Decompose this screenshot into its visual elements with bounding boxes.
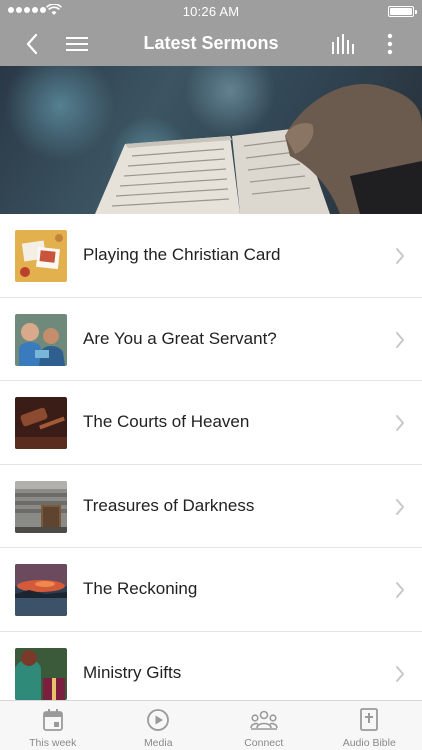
sermon-title: Are You a Great Servant? bbox=[83, 328, 277, 348]
gavel-image bbox=[15, 397, 67, 450]
sermon-thumbnail bbox=[15, 230, 67, 282]
sermon-row[interactable]: The Reckoning bbox=[0, 548, 422, 632]
chevron-right-icon bbox=[396, 498, 404, 515]
sermon-row[interactable]: Are You a Great Servant? bbox=[0, 297, 422, 382]
sermon-row[interactable]: The Courts of Heaven bbox=[0, 381, 422, 465]
sermon-thumbnail bbox=[15, 647, 67, 700]
open-bible-image bbox=[5, 66, 422, 214]
more-button[interactable] bbox=[370, 22, 410, 66]
chevron-right-icon bbox=[396, 582, 404, 599]
tab-media[interactable]: Media bbox=[106, 701, 212, 750]
sermon-thumbnail bbox=[15, 313, 67, 366]
tab-connect[interactable]: Connect bbox=[211, 701, 317, 750]
tab-label: Audio Bible bbox=[342, 737, 396, 749]
tab-this-week[interactable]: This week bbox=[0, 701, 106, 750]
hero-banner bbox=[0, 66, 422, 214]
sermon-row[interactable]: Treasures of Darkness bbox=[0, 464, 422, 549]
calendar-icon bbox=[42, 709, 63, 731]
battery-icon bbox=[388, 6, 417, 17]
tab-bar: This week Media Connect Audio Bible bbox=[0, 700, 422, 750]
tab-audio-bible[interactable]: Audio Bible bbox=[317, 701, 422, 750]
audio-bars-icon bbox=[332, 34, 354, 54]
sermon-title: Treasures of Darkness bbox=[83, 495, 255, 515]
vault-image bbox=[15, 480, 67, 533]
sermon-title: Playing the Christian Card bbox=[83, 245, 281, 264]
chevron-right-icon bbox=[396, 415, 404, 432]
navigation-bar: Latest Sermons bbox=[0, 22, 422, 66]
sunset-image bbox=[15, 564, 67, 617]
people-image bbox=[15, 313, 67, 366]
sermon-title: The Reckoning bbox=[83, 579, 198, 599]
chevron-right-icon bbox=[396, 665, 404, 682]
sermon-title: The Courts of Heaven bbox=[83, 412, 250, 432]
status-time: 10:26 AM bbox=[182, 4, 240, 19]
app-screen: 10:26 AM Latest Sermons Playing the Chri… bbox=[0, 0, 422, 750]
more-vertical-icon bbox=[387, 33, 393, 55]
audio-button[interactable] bbox=[324, 22, 364, 66]
chevron-right-icon bbox=[396, 248, 404, 264]
sermon-list: Playing the Christian Card Are You a Gre… bbox=[0, 214, 422, 716]
bible-icon bbox=[360, 708, 379, 731]
cards-image bbox=[15, 230, 67, 282]
status-bar: 10:26 AM bbox=[0, 0, 422, 22]
top-bar: 10:26 AM Latest Sermons bbox=[0, 0, 422, 66]
gift-image bbox=[15, 647, 67, 700]
play-circle-icon bbox=[147, 709, 170, 731]
group-icon bbox=[249, 710, 278, 730]
chevron-right-icon bbox=[396, 331, 404, 348]
tab-label: Media bbox=[143, 737, 173, 749]
sermon-title: Ministry Gifts bbox=[83, 662, 182, 682]
sermon-thumbnail bbox=[15, 397, 67, 450]
sermon-thumbnail bbox=[15, 564, 67, 617]
sermon-row[interactable]: Playing the Christian Card bbox=[0, 214, 422, 298]
sermon-thumbnail bbox=[15, 480, 67, 533]
tab-label: This week bbox=[29, 737, 77, 749]
tab-label: Connect bbox=[244, 737, 284, 749]
